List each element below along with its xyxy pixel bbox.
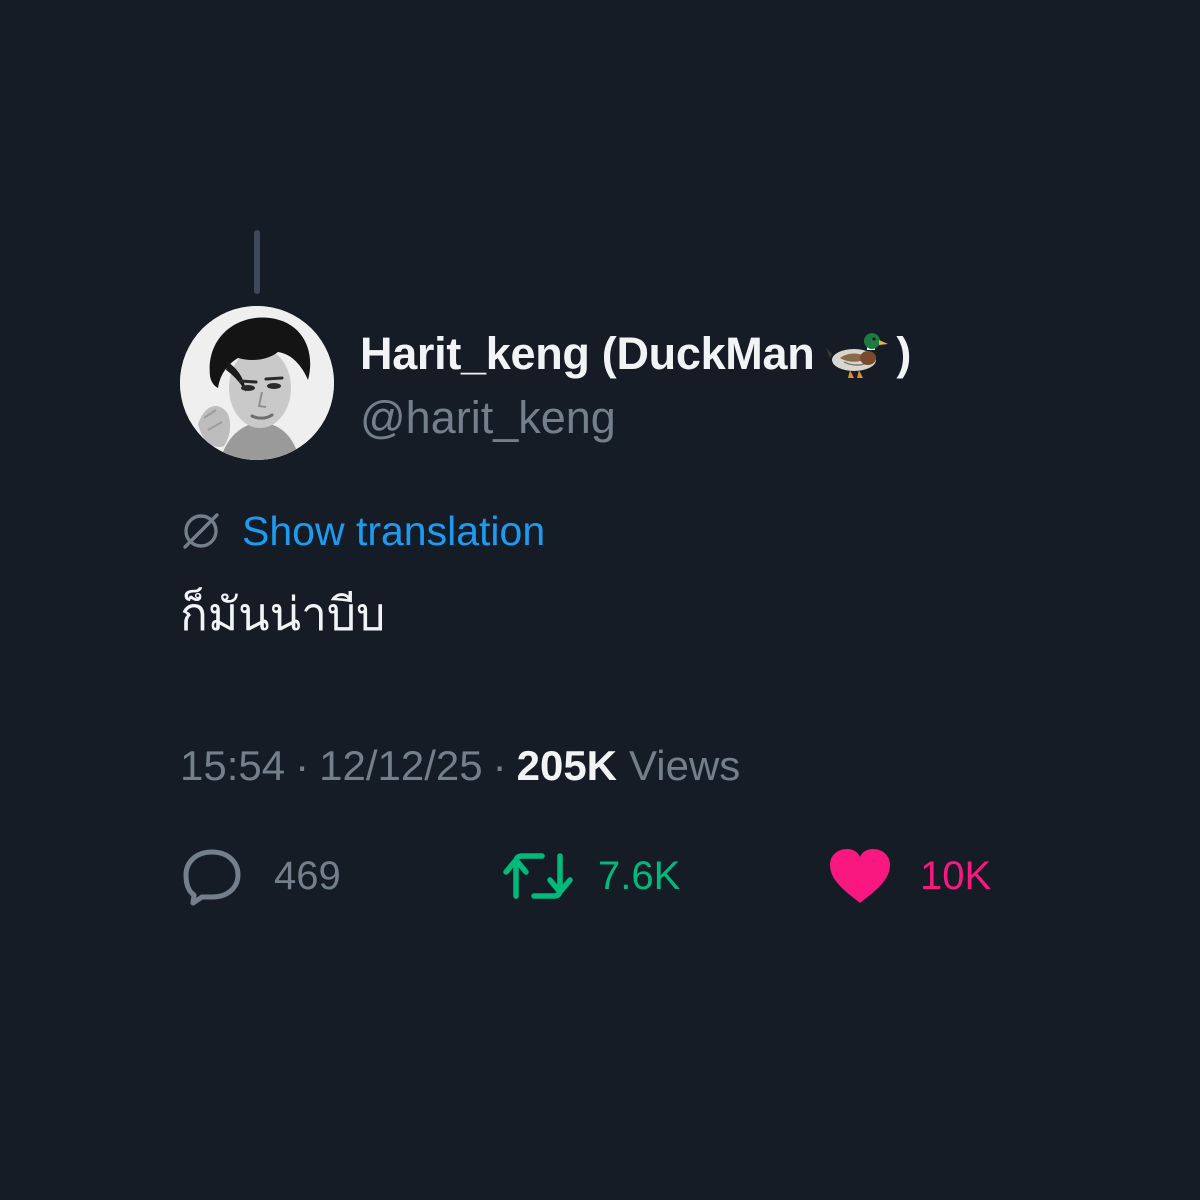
views-count[interactable]: 205K (517, 742, 617, 790)
retweet-button[interactable]: 7.6K (502, 846, 680, 906)
views-label: Views (629, 742, 741, 789)
tweet-date[interactable]: 12/12/25 (319, 742, 483, 790)
tweet-detail: Harit_keng (DuckMan) @harit_keng Show t… (0, 0, 1200, 1200)
reply-count: 469 (274, 853, 341, 898)
tweet-meta: 15:54 · 12/12/25 · 205K Views (180, 738, 740, 794)
tweet-text: ก็มันน่าบีบ (180, 588, 386, 640)
like-count: 10K (920, 853, 992, 898)
retweet-icon (503, 853, 573, 899)
tweet-actions: 469 7.6K 10K (180, 846, 1080, 906)
meta-separator: · (295, 742, 310, 789)
thread-connector-line (254, 230, 260, 294)
show-translation-button[interactable]: Show translation (180, 503, 545, 559)
meta-separator: · (492, 742, 507, 789)
tweet-time[interactable]: 15:54 (180, 742, 285, 790)
like-button[interactable]: 10K (828, 846, 991, 906)
reply-bubble-icon (183, 849, 241, 906)
heart-filled-icon (830, 849, 890, 903)
display-name-text: Harit_keng (DuckMan (360, 328, 815, 379)
duck-emoji-icon (826, 328, 889, 380)
display-name-suffix: ) (896, 328, 912, 379)
author-handle[interactable]: @harit_keng (360, 392, 616, 444)
show-translation-label[interactable]: Show translation (242, 508, 545, 555)
globe-icon (183, 513, 219, 549)
author-display-name[interactable]: Harit_keng (DuckMan) (360, 324, 911, 384)
retweet-count: 7.6K (598, 853, 681, 898)
reply-button[interactable]: 469 (180, 846, 341, 906)
avatar[interactable] (180, 306, 334, 460)
